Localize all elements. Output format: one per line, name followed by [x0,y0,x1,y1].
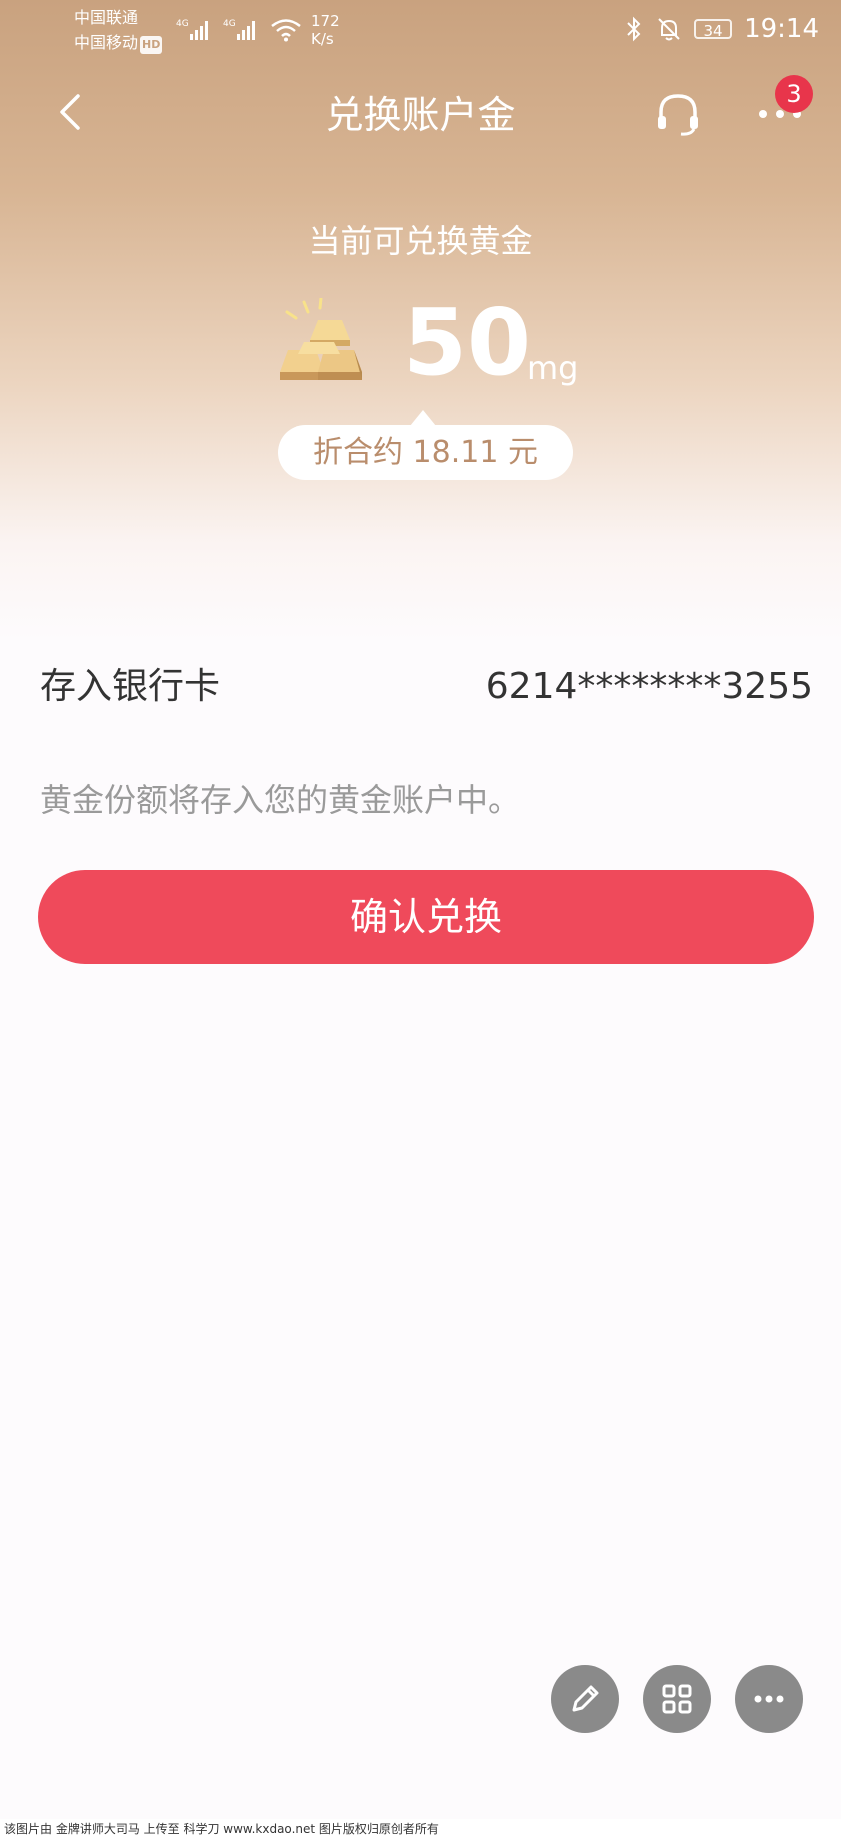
more-icon [754,1695,784,1703]
status-right: 34 19:14 [624,14,819,44]
more-options-button[interactable] [735,1665,803,1733]
pencil-icon [572,1685,599,1712]
pill-pointer [410,410,436,426]
grid-icon [662,1684,692,1714]
clock: 19:14 [744,14,819,44]
network-speed: 172 K/s [311,12,340,48]
bluetooth-icon [627,16,641,42]
page-title: 兑换账户金 [325,93,516,137]
gold-unit: mg [527,349,579,387]
hd-badge: HD [140,36,163,54]
svg-text:4G: 4G [176,19,189,29]
carrier-1: 中国联通 [74,8,139,27]
carrier-2: 中国移动 HD [74,33,163,54]
svg-text:4G: 4G [223,19,236,29]
equivalent-value: 折合约 18.11 元 [278,425,573,480]
bank-card-number[interactable]: 6214********3255 [486,665,813,709]
apps-button[interactable] [643,1665,711,1733]
gold-bars-icon [280,298,362,380]
mute-bell-icon [658,18,680,41]
available-gold-label: 当前可兑换黄金 [308,222,533,260]
wifi-icon [271,19,301,42]
edit-button[interactable] [551,1665,619,1733]
headset-icon[interactable] [653,88,703,138]
battery-icon: 34 [694,19,733,40]
signal-icon: 4G [176,19,208,40]
deposit-card-label: 存入银行卡 [40,666,221,707]
watermark-footer: 该图片由 金牌讲师大司马 上传至 科学刀 www.kxdao.net 图片版权归… [0,1819,841,1839]
confirm-exchange-button[interactable]: 确认兑换 [38,870,814,964]
deposit-note: 黄金份额将存入您的黄金账户中。 [40,781,521,819]
gold-amount: 50 [403,289,532,396]
signal-icon: 4G [223,19,255,40]
notification-badge: 3 [775,75,813,113]
status-bar: 中国联通 中国移动 HD 4G 4G 172 K/s 34 19:14 [0,0,841,58]
